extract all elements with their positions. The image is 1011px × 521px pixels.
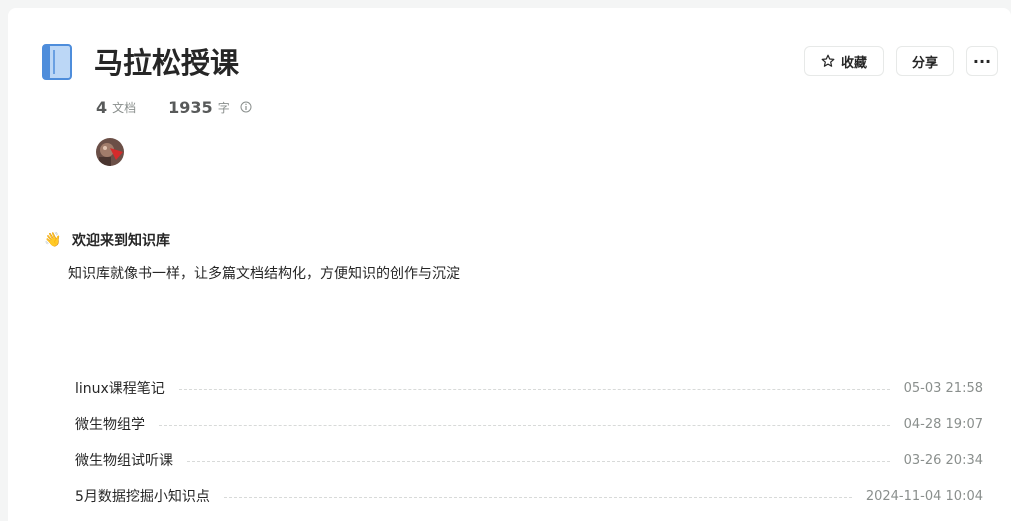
book-stats: 4 文档 1935 字	[96, 96, 252, 118]
word-count: 1935	[168, 97, 213, 117]
document-time: 05-03 21:58	[903, 380, 983, 396]
more-button[interactable]: ···	[966, 46, 998, 76]
document-item[interactable]: 微生物组试听课 03-26 20:34	[75, 442, 983, 478]
document-item[interactable]: 5月数据挖掘小知识点 2024-11-04 10:04	[75, 478, 983, 514]
waving-hand-icon: 👋	[44, 232, 62, 248]
info-icon[interactable]	[240, 101, 252, 113]
dotted-leader	[223, 496, 852, 498]
welcome-title: 欢迎来到知识库	[72, 233, 170, 249]
favorite-label: 收藏	[840, 55, 867, 71]
star-icon	[821, 54, 835, 67]
document-title[interactable]: linux课程笔记	[75, 378, 165, 398]
document-list: linux课程笔记 05-03 21:58 微生物组学 04-28 19:07 …	[75, 370, 983, 514]
share-button[interactable]: 分享	[896, 46, 954, 76]
dotted-leader	[187, 460, 890, 462]
doc-count-unit: 文档	[112, 100, 137, 115]
member-avatar[interactable]	[96, 138, 124, 166]
more-icon: ···	[972, 51, 992, 71]
document-time: 04-28 19:07	[903, 416, 983, 432]
document-title[interactable]: 5月数据挖掘小知识点	[75, 486, 210, 506]
dotted-leader	[178, 388, 890, 390]
document-title[interactable]: 微生物组试听课	[75, 450, 173, 470]
book-title: 马拉松授课	[94, 46, 240, 80]
document-item[interactable]: linux课程笔记 05-03 21:58	[75, 370, 983, 406]
document-time: 2024-11-04 10:04	[865, 488, 983, 504]
document-item[interactable]: 微生物组学 04-28 19:07	[75, 406, 983, 442]
welcome-description: 知识库就像书一样，让多篇文档结构化，方便知识的创作与沉淀	[68, 266, 460, 282]
dotted-leader	[159, 424, 890, 426]
document-title[interactable]: 微生物组学	[75, 414, 145, 434]
book-home-card: 马拉松授课 4 文档 1935 字 收藏 分享 ··· 👋 欢迎来到知识库 知识…	[8, 8, 1011, 521]
share-label: 分享	[911, 55, 938, 71]
document-time: 03-26 20:34	[903, 452, 983, 468]
doc-count: 4	[96, 97, 108, 117]
favorite-button[interactable]: 收藏	[804, 46, 884, 76]
book-icon	[42, 44, 72, 80]
word-count-unit: 字	[217, 100, 230, 115]
welcome-header: 👋 欢迎来到知识库	[44, 230, 170, 250]
